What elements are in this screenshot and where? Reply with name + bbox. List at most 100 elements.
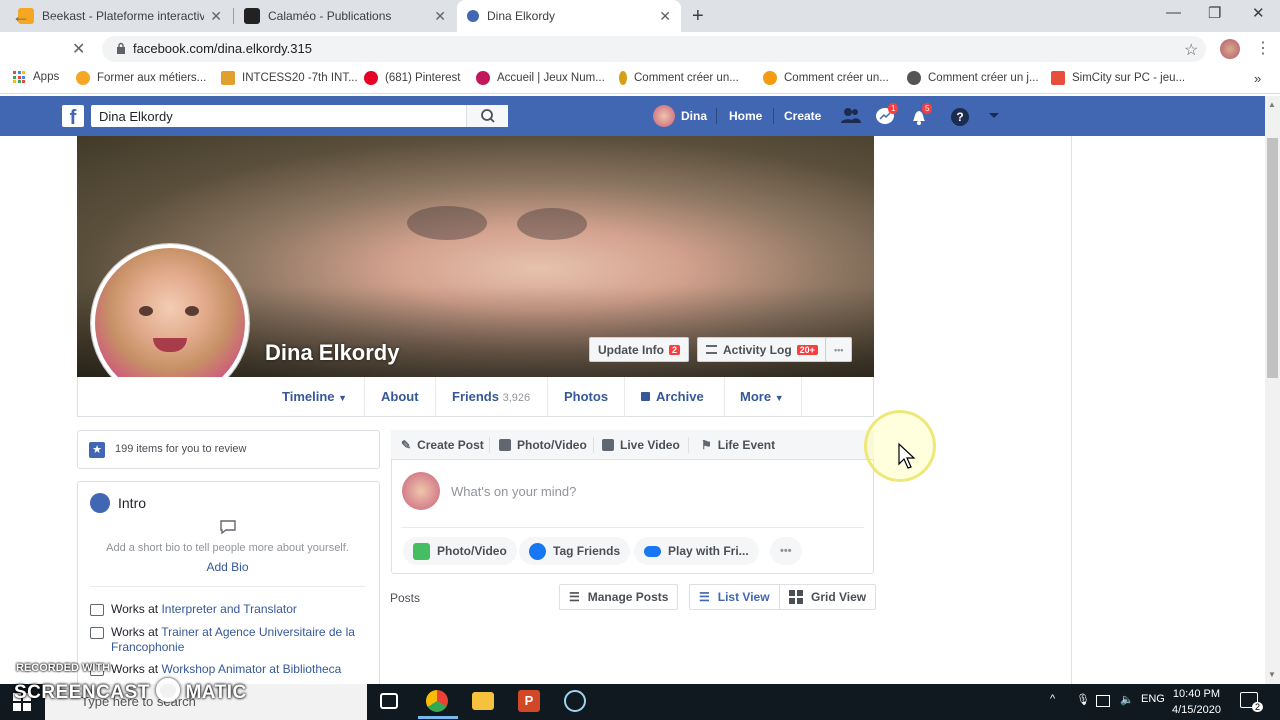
live-video-tab[interactable]: Live Video — [602, 438, 680, 452]
screencast-app-icon[interactable] — [564, 690, 586, 712]
chrome-icon[interactable] — [426, 690, 448, 712]
close-window-button[interactable]: ✕ — [1252, 4, 1265, 22]
bookmark-apps[interactable]: Apps — [13, 71, 59, 83]
tab-calameo[interactable]: Calaméo - Publications ✕ — [234, 0, 456, 32]
bookmark-item[interactable]: INTCESS20 -7th INT... — [221, 71, 358, 85]
tab-more[interactable]: More ▼ — [740, 389, 784, 404]
bookmark-item[interactable]: Comment créer un... — [763, 71, 889, 85]
bookmark-item[interactable]: Accueil | Jeux Num... — [476, 71, 605, 85]
tag-friends-button[interactable]: Tag Friends — [519, 537, 631, 565]
play-with-friends-label: Play with Fri... — [668, 544, 749, 558]
task-view-icon[interactable] — [380, 693, 398, 709]
forward-arrow-icon[interactable]: → — [42, 6, 60, 27]
post-input[interactable]: What's on your mind? — [451, 484, 576, 499]
help-icon[interactable]: ? — [949, 106, 971, 128]
star-bookmark-icon[interactable]: ☆ — [1184, 40, 1198, 60]
bio-prompt: Add a short bio to tell people more abou… — [106, 542, 349, 554]
add-bio-link[interactable]: Add Bio — [90, 560, 365, 574]
list-view-label: List View — [717, 590, 770, 604]
work-item: Works at Trainer at Agence Universitaire… — [90, 625, 365, 655]
update-info-label: Update Info — [598, 342, 664, 357]
update-info-button[interactable]: Update Info 2 — [589, 337, 690, 362]
life-event-tab[interactable]: ⚑ Life Event — [701, 438, 775, 452]
create-post-tab[interactable]: ✎ Create Post — [401, 438, 484, 452]
tab-title: Calaméo - Publications — [268, 9, 392, 23]
review-card[interactable]: ★ 199 items for you to review — [77, 430, 380, 469]
new-tab-button[interactable]: + — [692, 5, 704, 28]
friend-requests-icon[interactable] — [840, 106, 862, 126]
manage-posts-button[interactable]: ☰ Manage Posts — [559, 584, 679, 610]
cover-photo-detail — [517, 208, 587, 240]
composer-divider — [401, 527, 864, 528]
bookmark-favicon-icon — [76, 71, 90, 85]
list-view-button[interactable]: ☰ List View — [689, 584, 779, 610]
bookmark-item[interactable]: SimCity sur PC - jeu... — [1051, 71, 1185, 85]
taskbar-clock[interactable]: 10:40 PM 4/15/2020 — [1172, 686, 1221, 718]
scroll-up-arrow-icon[interactable]: ▲ — [1268, 100, 1276, 109]
photo-video-action-button[interactable]: Photo/Video — [403, 537, 517, 565]
bookmark-item[interactable]: Comment créer un j... — [907, 71, 1039, 85]
clock-time: 10:40 PM — [1172, 688, 1221, 700]
tab-about[interactable]: About — [381, 389, 419, 404]
pencil-icon: ✎ — [401, 438, 412, 452]
search-icon — [481, 109, 495, 123]
back-arrow-icon[interactable]: ← — [12, 6, 30, 27]
play-with-friends-button[interactable]: Play with Fri... — [634, 537, 759, 565]
bookmark-favicon-icon — [476, 71, 490, 85]
more-bookmarks-button[interactable]: » — [1254, 71, 1261, 86]
bookmark-label: Accueil | Jeux Num... — [497, 72, 605, 84]
activity-log-button[interactable]: Activity Log 20+ — [697, 337, 827, 362]
photo-video-tab[interactable]: Photo/Video — [499, 438, 587, 452]
menu-dots-icon[interactable]: ⋮ — [1255, 38, 1271, 58]
tab-divider — [624, 377, 625, 417]
profile-avatar[interactable] — [653, 105, 675, 127]
facebook-logo-icon[interactable]: f — [62, 105, 84, 129]
microphone-icon[interactable]: 🎙 — [1076, 693, 1090, 706]
tab-archive[interactable]: Archive — [641, 389, 704, 404]
work-place-link[interactable]: Workshop Animator at Bibliotheca — [161, 662, 341, 676]
show-hidden-icons-icon[interactable]: ^ — [1050, 693, 1055, 705]
home-link[interactable]: Home — [729, 109, 762, 123]
more-options-button[interactable]: ••• — [825, 337, 853, 362]
lock-icon — [641, 392, 650, 401]
profile-name[interactable]: Dina Elkordy — [265, 340, 399, 366]
account-menu-chevron-icon[interactable] — [988, 112, 1000, 120]
facebook-search-input[interactable] — [91, 105, 461, 127]
composer-avatar[interactable] — [402, 472, 440, 510]
work-prefix: Works at — [111, 662, 162, 676]
close-tab-icon[interactable]: ✕ — [210, 8, 222, 25]
url-text[interactable]: facebook.com/dina.elkordy.315 — [133, 41, 312, 56]
close-tab-icon[interactable]: ✕ — [659, 8, 671, 25]
tab-dina-elkordy[interactable]: Dina Elkordy ✕ — [457, 0, 681, 32]
bookmark-item[interactable]: Former aux métiers... — [76, 71, 206, 85]
work-place-link[interactable]: Interpreter and Translator — [161, 602, 296, 616]
mouse-cursor-icon — [898, 442, 916, 469]
bookmark-label: SimCity sur PC - jeu... — [1072, 72, 1186, 84]
powerpoint-icon[interactable]: P — [518, 690, 540, 712]
bookmark-item[interactable]: (681) Pinterest — [364, 71, 460, 85]
bookmark-item[interactable]: Comment créer un... — [619, 71, 739, 85]
tab-friends[interactable]: Friends 3,926 — [452, 389, 530, 404]
restore-button[interactable]: ❐ — [1208, 4, 1221, 22]
profile-name-link[interactable]: Dina — [681, 109, 707, 123]
watermark-screencast-text: SCREENCAST — [14, 682, 150, 703]
search-button[interactable] — [466, 105, 508, 127]
network-icon[interactable] — [1096, 695, 1110, 707]
tab-friends-label: Friends — [452, 389, 499, 404]
minimize-button[interactable]: — — [1166, 4, 1181, 21]
language-indicator[interactable]: ENG — [1141, 693, 1165, 705]
watermark-recorded-with: RECORDED WITH — [16, 662, 111, 674]
live-video-label: Live Video — [620, 438, 680, 452]
volume-icon[interactable]: 🔈 — [1120, 693, 1134, 706]
file-explorer-icon[interactable] — [472, 692, 494, 710]
create-link[interactable]: Create — [784, 109, 821, 123]
tab-timeline[interactable]: Timeline ▼ — [282, 389, 347, 404]
stop-loading-icon[interactable]: ✕ — [72, 39, 85, 59]
profile-avatar-icon[interactable] — [1220, 39, 1240, 59]
grid-view-button[interactable]: Grid View — [779, 584, 877, 610]
tab-photos[interactable]: Photos — [564, 389, 608, 404]
more-actions-button[interactable]: ••• — [770, 537, 802, 565]
scrollbar-thumb[interactable] — [1267, 138, 1278, 378]
close-tab-icon[interactable]: ✕ — [434, 8, 446, 25]
scroll-down-arrow-icon[interactable]: ▼ — [1268, 670, 1276, 679]
